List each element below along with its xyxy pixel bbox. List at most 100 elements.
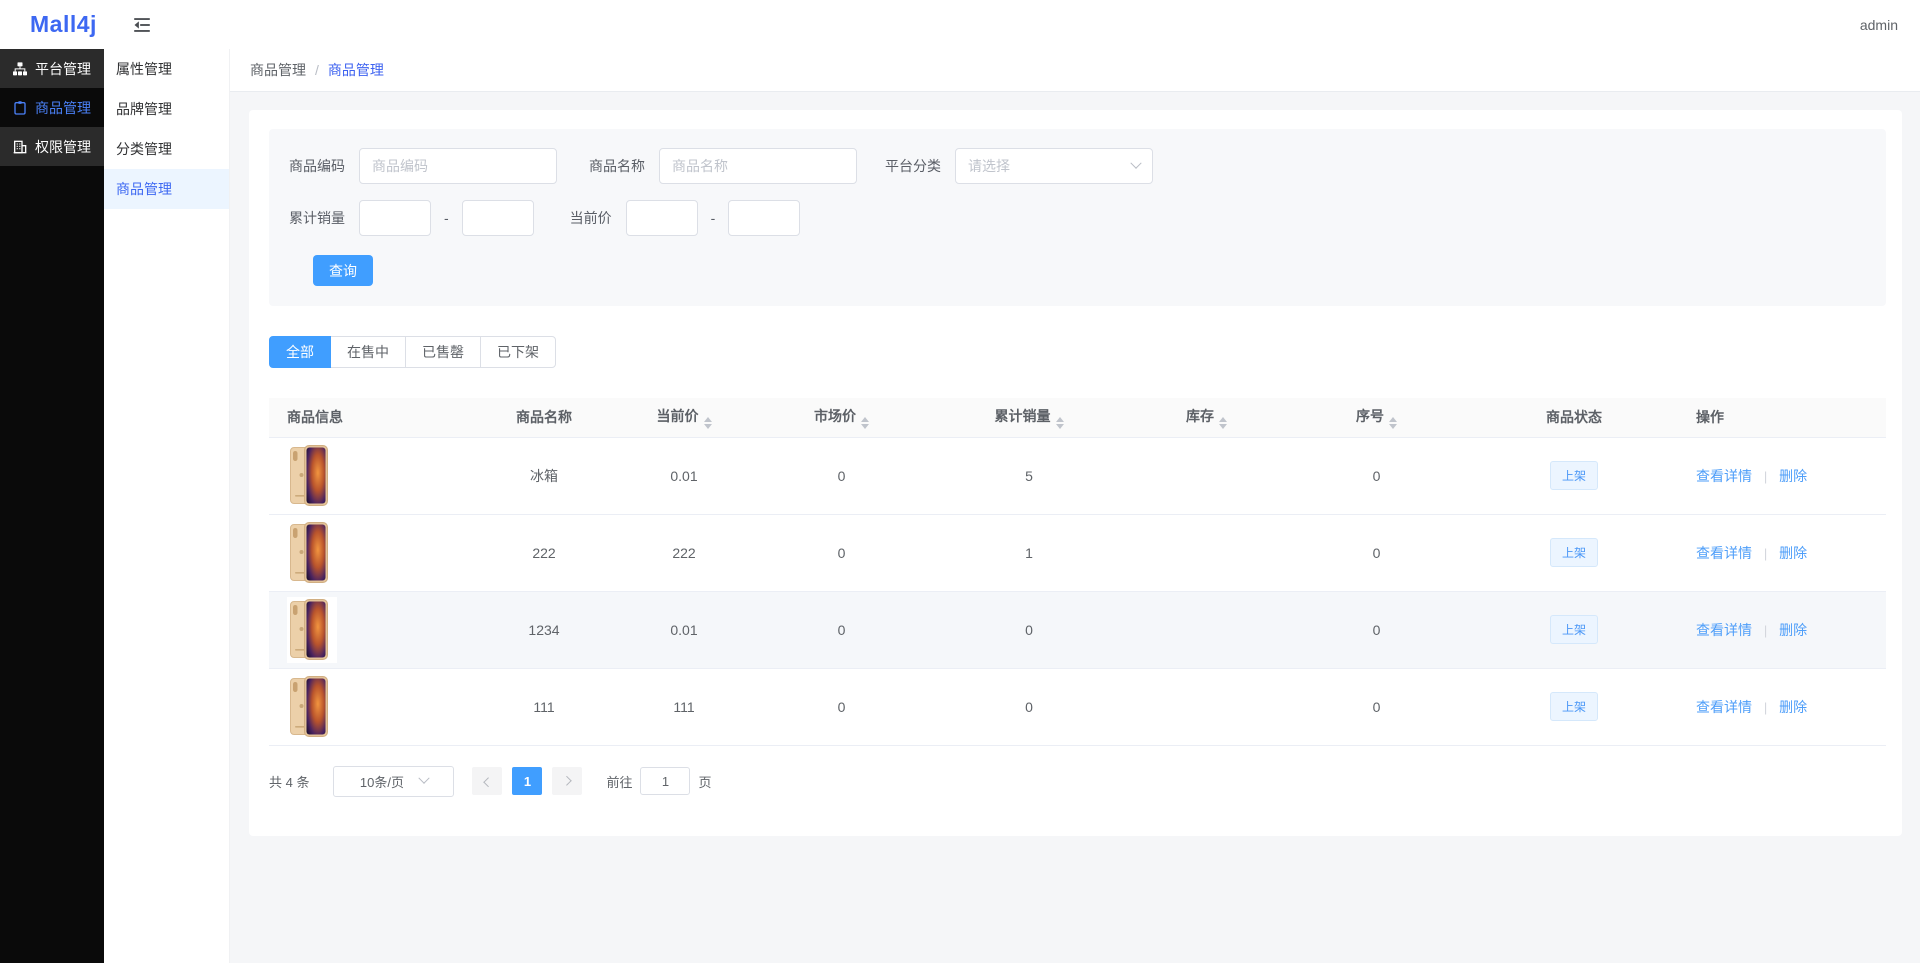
view-detail-link[interactable]: 查看详情 xyxy=(1696,545,1752,561)
cell-seq: 0 xyxy=(1289,667,1464,746)
total-sales-min-input[interactable] xyxy=(359,200,431,236)
sidebar-item-label: 平台管理 xyxy=(35,60,91,77)
goto-label: 前往 xyxy=(606,774,633,790)
submenu-item-category[interactable]: 分类管理 xyxy=(104,129,229,169)
delete-link[interactable]: 删除 xyxy=(1779,545,1807,561)
chevron-left-icon xyxy=(483,776,494,787)
total-sales-max-input[interactable] xyxy=(461,200,534,236)
column-header-seq[interactable]: 序号 xyxy=(1289,398,1464,437)
sitemap-icon xyxy=(12,61,28,77)
search-button[interactable]: 查询 xyxy=(313,255,373,286)
secondary-sidebar: 属性管理 品牌管理 分类管理 商品管理 xyxy=(104,49,230,963)
cell-total-sales: 1 xyxy=(934,513,1124,591)
chevron-down-icon xyxy=(1130,157,1142,169)
breadcrumb: 商品管理 / 商品管理 xyxy=(230,49,1920,92)
total-sales-label: 累计销量 xyxy=(289,210,345,226)
product-image xyxy=(287,442,337,509)
platform-category-select[interactable]: 请选择 xyxy=(955,148,1153,184)
platform-category-label: 平台分类 xyxy=(885,158,941,174)
page-unit-label: 页 xyxy=(698,774,712,790)
view-detail-link[interactable]: 查看详情 xyxy=(1696,468,1752,484)
goto-page-input[interactable] xyxy=(640,767,691,795)
view-detail-link[interactable]: 查看详情 xyxy=(1696,699,1752,715)
submenu-item-label: 分类管理 xyxy=(116,141,172,157)
prev-page-button[interactable] xyxy=(472,767,503,795)
pagination-total: 共 4 条 xyxy=(269,774,310,790)
column-header-status: 商品状态 xyxy=(1464,398,1684,437)
sidebar-item-label: 商品管理 xyxy=(35,99,91,116)
cell-product-name: 222 xyxy=(469,513,619,591)
range-separator: - xyxy=(444,210,449,226)
cell-product-name: 1234 xyxy=(469,590,619,668)
status-badge[interactable]: 上架 xyxy=(1549,615,1598,644)
sort-icon xyxy=(861,416,869,429)
view-detail-link[interactable]: 查看详情 xyxy=(1696,622,1752,638)
cell-product-name: 111 xyxy=(469,667,619,746)
building-icon xyxy=(12,139,28,155)
product-name-label: 商品名称 xyxy=(589,158,645,174)
table-header-row: 商品信息 商品名称 当前价 市场价 累计销量 库存 序号 商品状态 操作 xyxy=(269,398,1886,437)
sidebar-item-platform-management[interactable]: 平台管理 xyxy=(0,49,104,88)
submenu-item-label: 商品管理 xyxy=(116,181,172,197)
status-badge[interactable]: 上架 xyxy=(1549,692,1598,721)
column-header-market-price[interactable]: 市场价 xyxy=(749,398,934,437)
cell-seq: 0 xyxy=(1289,590,1464,668)
submenu-item-goods[interactable]: 商品管理 xyxy=(104,169,229,209)
current-price-min-input[interactable] xyxy=(625,200,698,236)
sort-icon xyxy=(1389,416,1397,429)
goods-table: 商品信息 商品名称 当前价 市场价 累计销量 库存 序号 商品状态 操作 冰箱 … xyxy=(269,398,1886,746)
product-code-input[interactable] xyxy=(359,148,557,184)
delete-link[interactable]: 删除 xyxy=(1779,468,1807,484)
cell-product-name: 冰箱 xyxy=(469,436,619,514)
current-price-max-input[interactable] xyxy=(728,200,801,236)
breadcrumb-current[interactable]: 商品管理 xyxy=(328,60,384,80)
action-separator: | xyxy=(1763,699,1768,715)
submenu-item-attribute[interactable]: 属性管理 xyxy=(104,49,229,89)
cell-market-price: 0 xyxy=(749,513,934,591)
sidebar-fold-button[interactable] xyxy=(131,14,153,36)
goods-card: 商品编码 商品名称 平台分类 请选择 累计销量 - 当前价 xyxy=(249,110,1902,836)
status-badge[interactable]: 上架 xyxy=(1549,538,1598,567)
cell-stock xyxy=(1124,513,1289,591)
product-image xyxy=(287,673,337,740)
table-row: 冰箱 0.01 0 5 0 上架 查看详情 | 删除 xyxy=(269,436,1886,514)
product-name-input[interactable] xyxy=(659,148,857,184)
column-header-total-sales[interactable]: 累计销量 xyxy=(934,398,1124,437)
page-size-select[interactable]: 10条/页 xyxy=(333,765,455,797)
tab-all[interactable]: 全部 xyxy=(269,336,331,368)
table-row: 111 111 0 0 0 上架 查看详情 | 删除 xyxy=(269,667,1886,746)
cell-total-sales: 5 xyxy=(934,436,1124,514)
tab-sold-out[interactable]: 已售罄 xyxy=(405,336,481,368)
column-header-current-price[interactable]: 当前价 xyxy=(619,398,749,437)
delete-link[interactable]: 删除 xyxy=(1779,699,1807,715)
sidebar-item-permission-management[interactable]: 权限管理 xyxy=(0,127,104,166)
breadcrumb-separator: / xyxy=(315,62,319,78)
cell-stock xyxy=(1124,667,1289,746)
breadcrumb-parent[interactable]: 商品管理 xyxy=(250,60,306,80)
page-number-current[interactable]: 1 xyxy=(512,767,543,795)
platform-category-placeholder: 请选择 xyxy=(968,158,1010,174)
content-area: 商品管理 / 商品管理 商品编码 商品名称 平台分类 请选择 xyxy=(230,49,1920,963)
status-badge[interactable]: 上架 xyxy=(1549,461,1598,490)
app-logo: Mall4j xyxy=(30,11,97,37)
column-header-product-name: 商品名称 xyxy=(469,398,619,437)
user-menu[interactable]: admin xyxy=(1860,17,1898,33)
filter-panel: 商品编码 商品名称 平台分类 请选择 累计销量 - 当前价 xyxy=(269,129,1886,306)
top-bar: Mall4j admin xyxy=(0,0,1920,49)
tab-on-sale[interactable]: 在售中 xyxy=(330,336,406,368)
chevron-right-icon xyxy=(561,775,572,786)
action-separator: | xyxy=(1763,622,1768,638)
next-page-button[interactable] xyxy=(552,767,583,795)
submenu-item-label: 品牌管理 xyxy=(116,101,172,117)
sort-icon xyxy=(703,416,712,429)
product-code-label: 商品编码 xyxy=(289,158,345,174)
cell-current-price: 111 xyxy=(619,667,749,746)
column-header-stock[interactable]: 库存 xyxy=(1124,398,1289,437)
cell-seq: 0 xyxy=(1289,513,1464,591)
cell-market-price: 0 xyxy=(749,436,934,514)
submenu-item-brand[interactable]: 品牌管理 xyxy=(104,89,229,129)
product-image xyxy=(287,596,337,663)
delete-link[interactable]: 删除 xyxy=(1779,622,1807,638)
tab-off-shelf[interactable]: 已下架 xyxy=(480,336,556,368)
sidebar-item-goods-management[interactable]: 商品管理 xyxy=(0,88,104,127)
